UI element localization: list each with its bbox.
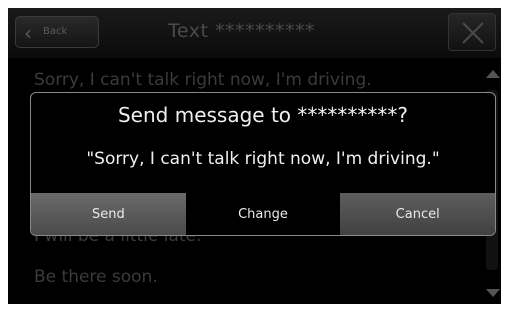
- header-bar: ‹ Back Text **********: [8, 8, 501, 58]
- send-button[interactable]: Send: [31, 193, 186, 235]
- message-item[interactable]: Sorry, I can't talk right now, I'm drivi…: [34, 70, 372, 90]
- back-label: Back: [43, 26, 68, 37]
- page-title: Text **********: [168, 20, 315, 42]
- message-item[interactable]: Be there soon.: [34, 267, 158, 287]
- close-icon: [462, 22, 484, 44]
- dialog-button-row: Send Change Cancel: [31, 193, 495, 235]
- text-message-screen: ‹ Back Text ********** Sorry, I can't ta…: [8, 8, 501, 304]
- cancel-button[interactable]: Cancel: [340, 193, 495, 235]
- change-button[interactable]: Change: [185, 193, 341, 235]
- dialog-message: "Sorry, I can't talk right now, I'm driv…: [86, 149, 440, 169]
- back-button[interactable]: ‹ Back: [15, 16, 99, 48]
- send-confirm-dialog: Send message to **********? "Sorry, I ca…: [30, 92, 496, 236]
- chevron-left-icon: ‹: [24, 21, 32, 45]
- arrow-down-icon[interactable]: [486, 289, 500, 297]
- close-button[interactable]: [448, 13, 496, 51]
- dialog-title: Send message to **********?: [117, 103, 409, 127]
- arrow-up-icon[interactable]: [486, 70, 500, 78]
